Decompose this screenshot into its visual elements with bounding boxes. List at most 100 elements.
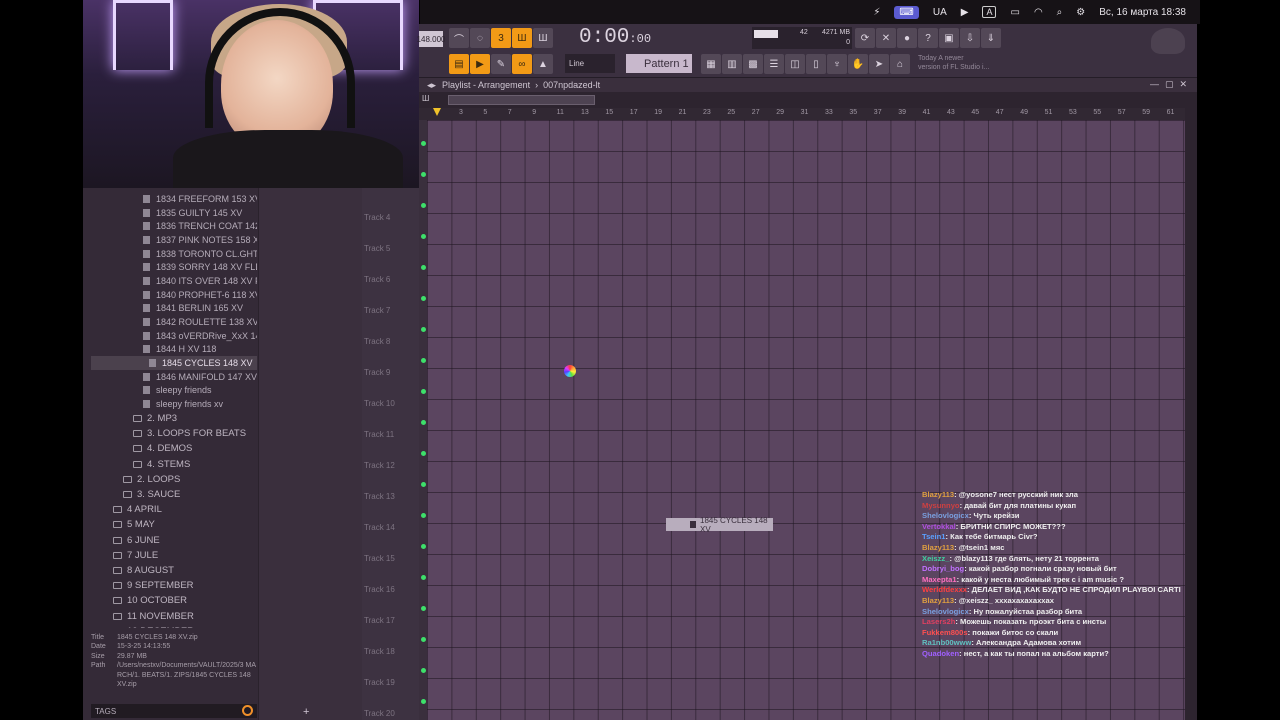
- wifi-icon[interactable]: ◠: [1034, 7, 1043, 18]
- browser-folder-item[interactable]: 9 SEPTEMBER: [91, 578, 257, 593]
- track-enable-led[interactable]: [421, 699, 426, 704]
- lightning-icon[interactable]: ⚡: [873, 7, 880, 18]
- add-icon[interactable]: +: [303, 706, 309, 718]
- news-panel[interactable]: Today A newer version of FL Studio i...: [918, 54, 989, 72]
- browser-file-item[interactable]: 1845 CYCLES 148 XV: [91, 356, 257, 370]
- track-label[interactable]: Track 20: [364, 709, 395, 718]
- cut-icon[interactable]: ✕: [876, 28, 896, 48]
- input-source-label[interactable]: UA: [933, 7, 947, 18]
- snap-select[interactable]: Line: [565, 54, 615, 73]
- track-label[interactable]: Track 6: [364, 275, 390, 284]
- loop-record-icon[interactable]: Ш: [533, 28, 553, 48]
- tuner-icon[interactable]: ♆: [827, 54, 847, 74]
- track-enable-led[interactable]: [421, 575, 426, 580]
- browser-file-item[interactable]: sleepy friends xv: [91, 397, 257, 411]
- piano-roll-icon[interactable]: ▥: [722, 54, 742, 74]
- help-icon[interactable]: ?: [918, 28, 938, 48]
- track-enable-led[interactable]: [421, 358, 426, 363]
- track-label[interactable]: Track 15: [364, 554, 395, 563]
- browser-folder-item[interactable]: 2. MP3: [91, 411, 257, 426]
- horizontal-scroll[interactable]: Ш: [419, 92, 1197, 108]
- export-icon[interactable]: ⇩: [960, 28, 980, 48]
- track-label[interactable]: Track 14: [364, 523, 395, 532]
- mic-icon[interactable]: ●: [897, 28, 917, 48]
- track-enable-led[interactable]: [421, 172, 426, 177]
- track-label[interactable]: Track 8: [364, 337, 390, 346]
- track-label[interactable]: Track 18: [364, 647, 395, 656]
- browser-folder-item[interactable]: 7 JULE: [91, 548, 257, 563]
- control-center-icon[interactable]: ⚙: [1076, 7, 1085, 18]
- browser-file-item[interactable]: 1835 GUILTY 145 XV: [91, 206, 257, 220]
- tempo-display[interactable]: 148.000: [417, 31, 445, 47]
- track-label[interactable]: Track 13: [364, 492, 395, 501]
- browser-file-item[interactable]: 1843 oVERDRive_XxX 140 XV XC: [91, 329, 257, 343]
- refresh-icon[interactable]: ⟳: [855, 28, 875, 48]
- text-input-icon[interactable]: A: [982, 6, 997, 18]
- touch-icon[interactable]: ✋: [848, 54, 868, 74]
- track-enable-led[interactable]: [421, 668, 426, 673]
- track-label[interactable]: Track 17: [364, 616, 395, 625]
- countdown-icon[interactable]: 3: [491, 28, 511, 48]
- track-enable-led[interactable]: [421, 296, 426, 301]
- browser-folder-item[interactable]: 6 JUNE: [91, 533, 257, 548]
- browser-icon[interactable]: ▯: [806, 54, 826, 74]
- browser-file-item[interactable]: 1837 PINK NOTES 158 XV QL: [91, 233, 257, 247]
- browser-file-item[interactable]: 1834 FREEFORM 153 XV: [91, 192, 257, 206]
- browser-file-item[interactable]: 1842 ROULETTE 138 XV SCALLY: [91, 315, 257, 329]
- track-enable-led[interactable]: [421, 420, 426, 425]
- track-enable-led[interactable]: [421, 637, 426, 642]
- track-enable-led[interactable]: [421, 544, 426, 549]
- tags-bar[interactable]: TAGS: [91, 704, 257, 718]
- mixer-icon[interactable]: ☰: [764, 54, 784, 74]
- render-icon[interactable]: ⇓: [981, 28, 1001, 48]
- play-button[interactable]: ▶: [470, 54, 490, 74]
- track-enable-led[interactable]: [421, 203, 426, 208]
- browser-file-item[interactable]: 1840 PROPHET-6 118 XV (starter): [91, 288, 257, 302]
- pattern-selector[interactable]: Pattern 1: [626, 54, 692, 73]
- browser-folder-item[interactable]: 4 APRIL: [91, 502, 257, 517]
- track-enable-led[interactable]: [421, 606, 426, 611]
- channel-rack-icon[interactable]: ▩: [743, 54, 763, 74]
- metronome-icon[interactable]: ⌒: [449, 28, 469, 48]
- battery-icon[interactable]: ▭: [1010, 7, 1019, 18]
- browser-folder-item[interactable]: 10 OCTOBER: [91, 593, 257, 608]
- browser-folder-item[interactable]: 8 AUGUST: [91, 563, 257, 578]
- browser-folder-item[interactable]: 4. DEMOS: [91, 441, 257, 456]
- browser-folder-item[interactable]: 5 MAY: [91, 517, 257, 532]
- vertical-scroll[interactable]: [1185, 108, 1197, 720]
- wait-icon[interactable]: ◌: [470, 28, 490, 48]
- shop-icon[interactable]: ⌂: [890, 54, 910, 74]
- keyboard-viewer-icon[interactable]: ⌨: [894, 5, 919, 19]
- browser-file-item[interactable]: 1840 ITS OVER 148 XV FLD: [91, 274, 257, 288]
- browser-folder-item[interactable]: 2. LOOPS: [91, 472, 257, 487]
- track-label[interactable]: Track 9: [364, 368, 390, 377]
- track-enable-led[interactable]: [421, 513, 426, 518]
- track-label[interactable]: Track 16: [364, 585, 395, 594]
- browser-file-item[interactable]: 1846 MANIFOLD 147 XV: [91, 370, 257, 384]
- step-edit-icon[interactable]: Ш: [512, 28, 532, 48]
- track-label[interactable]: Track 19: [364, 678, 395, 687]
- track-enable-led[interactable]: [421, 389, 426, 394]
- window-controls[interactable]: —▢✕: [1150, 79, 1193, 90]
- clock[interactable]: Вс, 16 марта 18:38: [1099, 7, 1186, 18]
- save-icon[interactable]: ▣: [939, 28, 959, 48]
- browser-file-item[interactable]: 1836 TRENCH COAT 142 XV SKI: [91, 219, 257, 233]
- browser-file-item[interactable]: 1841 BERLIN 165 XV: [91, 302, 257, 316]
- play-icon[interactable]: ▶: [961, 7, 969, 18]
- audio-clip[interactable]: 1845 CYCLES 148 XV: [666, 516, 773, 534]
- plugin-icon[interactable]: ◫: [785, 54, 805, 74]
- timeline-ruler[interactable]: 3 5 7 9 11 13 15 17 19 21 23 25 27 29 31 33 35 37 39 41 43 45…: [419, 108, 1185, 120]
- brush-icon[interactable]: ✎: [491, 54, 511, 74]
- track-label[interactable]: Track 10: [364, 399, 395, 408]
- browser-file-item[interactable]: 1839 SORRY 148 XV FLD: [91, 260, 257, 274]
- send-icon[interactable]: ➤: [869, 54, 889, 74]
- pat-song-toggle[interactable]: ▤: [449, 54, 469, 74]
- track-enable-led[interactable]: [421, 327, 426, 332]
- browser-folder-item[interactable]: 4. STEMS: [91, 457, 257, 472]
- search-icon[interactable]: [242, 705, 253, 716]
- track-label[interactable]: Track 12: [364, 461, 395, 470]
- stamp-icon[interactable]: ▲: [533, 54, 553, 74]
- track-enable-led[interactable]: [421, 265, 426, 270]
- browser-file-item[interactable]: 1838 TORONTO CL.GHTS 165 XV WL: [91, 247, 257, 261]
- track-enable-led[interactable]: [421, 451, 426, 456]
